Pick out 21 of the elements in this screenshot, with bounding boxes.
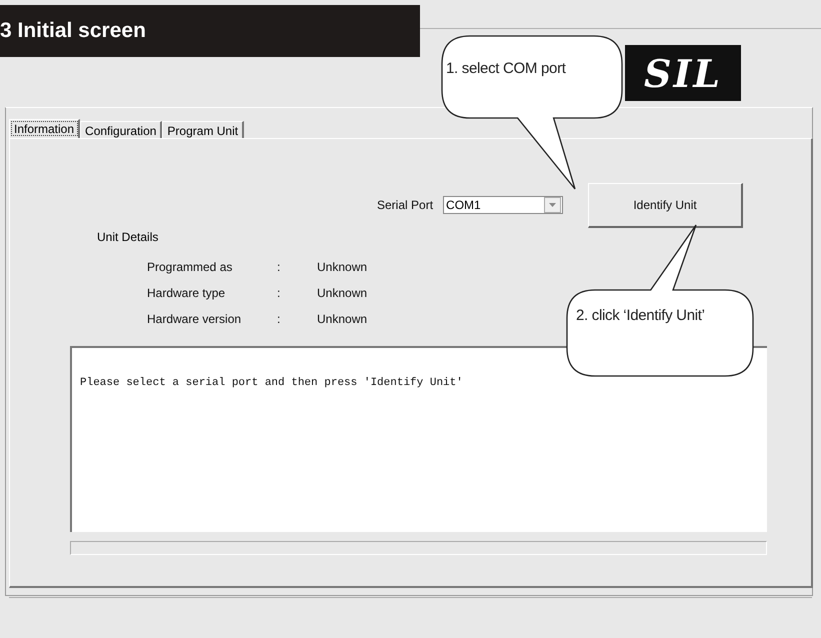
callout-text: 1. select COM port (446, 60, 566, 77)
detail-label: Hardware type (147, 286, 226, 300)
detail-label: Hardware version (147, 312, 242, 326)
callout-text: 2. click ‘Identify Unit’ (576, 307, 705, 324)
tab[interactable]: Information (9, 119, 80, 138)
detail-separator: : (277, 260, 280, 274)
identify-unit-button[interactable]: Identify Unit (588, 182, 744, 228)
detail-value: Unknown (317, 286, 368, 300)
detail-separator: : (277, 312, 280, 326)
log-message: Please select a serial port and then press 'Identify Unit' (80, 377, 463, 389)
tab[interactable]: Program Unit (162, 121, 244, 138)
detail-separator: : (277, 286, 280, 300)
logo: SIL (625, 45, 741, 101)
tab[interactable]: Configuration (80, 121, 162, 138)
detail-value: Unknown (317, 312, 368, 326)
unit-details-title: Unit Details (97, 230, 158, 244)
detail-label: Programmed as (147, 260, 232, 274)
serial-port-dropdown[interactable]: COM1 (443, 196, 564, 214)
serial-port-label: Serial Port (377, 198, 434, 212)
detail-value: Unknown (317, 260, 368, 274)
section-heading: 3 Initial screen (0, 5, 420, 57)
